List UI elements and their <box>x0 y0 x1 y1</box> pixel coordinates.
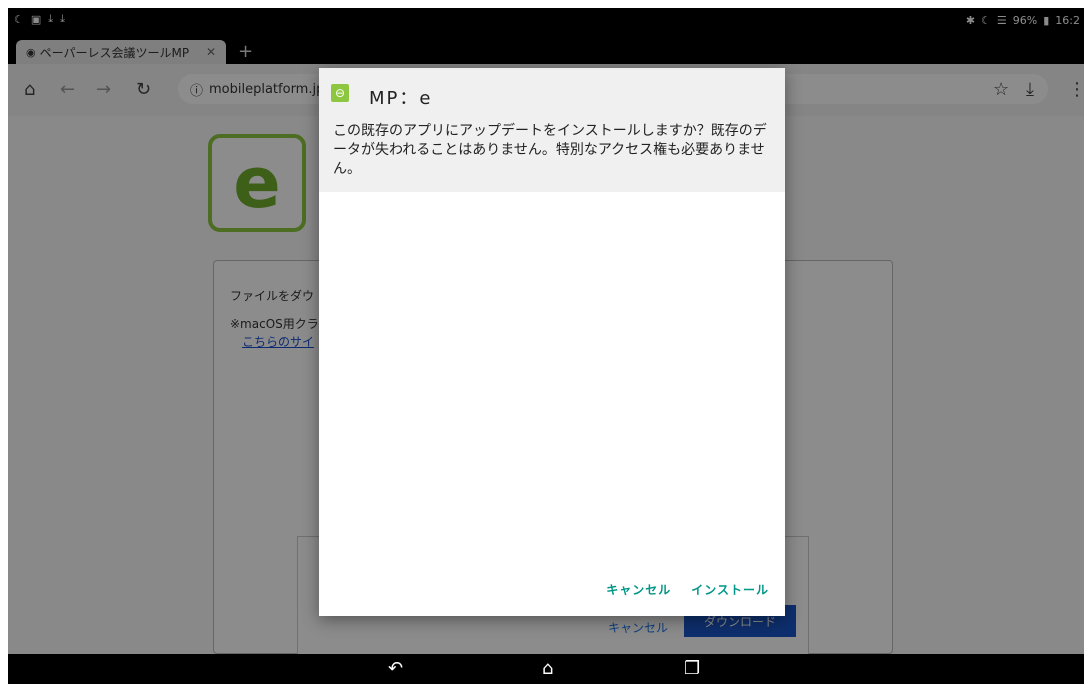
cancel-button[interactable]: キャンセル <box>606 581 671 598</box>
back-nav-icon[interactable]: ↶ <box>388 658 403 679</box>
dialog-header: ⊖ MP：e この既存のアプリにアップデートをインストールしますか？既存のデータ… <box>319 68 785 192</box>
app-icon: ⊖ <box>331 84 349 102</box>
dialog-message: この既存のアプリにアップデートをインストールしますか？既存のデータが失われること… <box>333 123 767 177</box>
navigation-bar: ↶ ⌂ ❐ <box>8 654 1084 684</box>
install-dialog: ⊖ MP：e この既存のアプリにアップデートをインストールしますか？既存のデータ… <box>319 68 785 616</box>
recents-nav-icon[interactable]: ❐ <box>684 658 700 679</box>
app-name: MP：e <box>369 88 433 109</box>
dialog-actions: キャンセル インストール <box>606 581 769 598</box>
android-screen: ☾ ▣ ⤓ ⤓ ✱ ☾ ☰ 96% ▮ 16:2 ◉ ペーパーレス会議ツールMP… <box>8 8 1084 684</box>
home-nav-icon[interactable]: ⌂ <box>542 658 553 679</box>
install-button[interactable]: インストール <box>691 581 769 598</box>
